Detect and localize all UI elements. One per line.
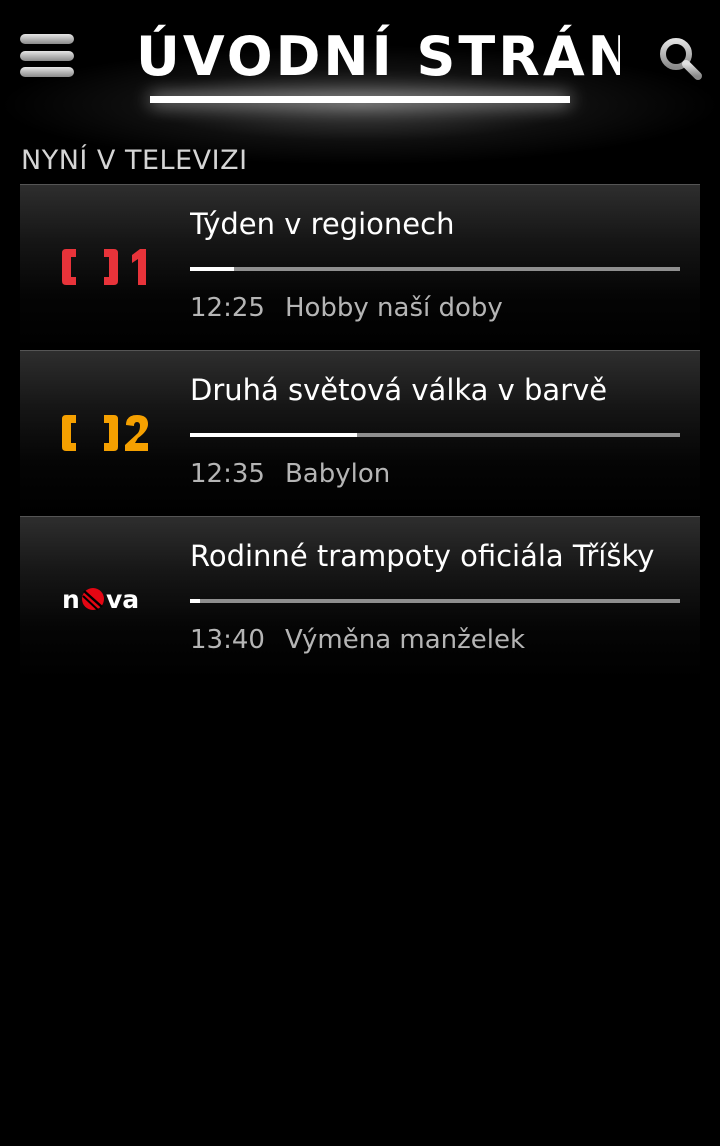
next-show-time: 12:35 <box>190 459 265 489</box>
channel-row-ct2[interactable]: Druhá světová válka v barvě 12:35 Babylon <box>20 350 700 515</box>
search-button[interactable] <box>656 34 704 82</box>
app-screen: ÚVODNÍ STRÁNKA NYNÍ V TELEVIZI <box>0 0 720 1146</box>
show-progress-fill <box>190 267 235 271</box>
next-show-time: 12:25 <box>190 293 265 323</box>
menu-button[interactable] <box>20 34 74 78</box>
ct2-logo-icon <box>62 415 148 451</box>
next-show: 13:40 Výměna manželek <box>190 625 525 655</box>
menu-icon-bar <box>20 51 74 61</box>
next-show-title: Babylon <box>284 459 391 489</box>
svg-text:va: va <box>106 585 139 614</box>
search-icon <box>660 38 702 80</box>
page-title-wrap: ÚVODNÍ STRÁNKA <box>136 22 620 92</box>
show-progress-bar <box>190 433 680 437</box>
next-show-title: Hobby naší doby <box>284 293 503 323</box>
current-show-title: Týden v regionech <box>190 207 455 241</box>
show-progress-fill <box>190 599 200 603</box>
ct1-logo-icon <box>62 249 146 285</box>
channel-list: Týden v regionech 12:25 Hobby naší doby D… <box>20 184 700 682</box>
channel-row-ct1[interactable]: Týden v regionech 12:25 Hobby naší doby <box>20 184 700 349</box>
section-heading: NYNÍ V TELEVIZI <box>21 145 248 176</box>
channel-row-nova[interactable]: n va nova Rodinné trampoty oficiála Tříš… <box>20 516 700 681</box>
show-progress-fill <box>190 433 357 437</box>
menu-icon-bar <box>20 67 74 77</box>
current-show-title: Rodinné trampoty oficiála Tříšky <box>190 539 655 573</box>
page-title: ÚVODNÍ STRÁNKA <box>136 25 620 88</box>
nova-logo-icon: n va <box>62 585 139 614</box>
show-progress-bar <box>190 599 680 603</box>
current-show-title: Druhá světová válka v barvě <box>190 373 608 407</box>
menu-icon <box>20 34 74 44</box>
next-show: 12:35 Babylon <box>190 459 390 489</box>
header-bar: ÚVODNÍ STRÁNKA <box>0 0 720 180</box>
next-show-title: Výměna manželek <box>284 625 526 655</box>
title-underline <box>150 96 570 103</box>
next-show: 12:25 Hobby naší doby <box>190 293 503 323</box>
show-progress-bar <box>190 267 680 271</box>
svg-text:n: n <box>62 585 80 614</box>
next-show-time: 13:40 <box>190 625 265 655</box>
